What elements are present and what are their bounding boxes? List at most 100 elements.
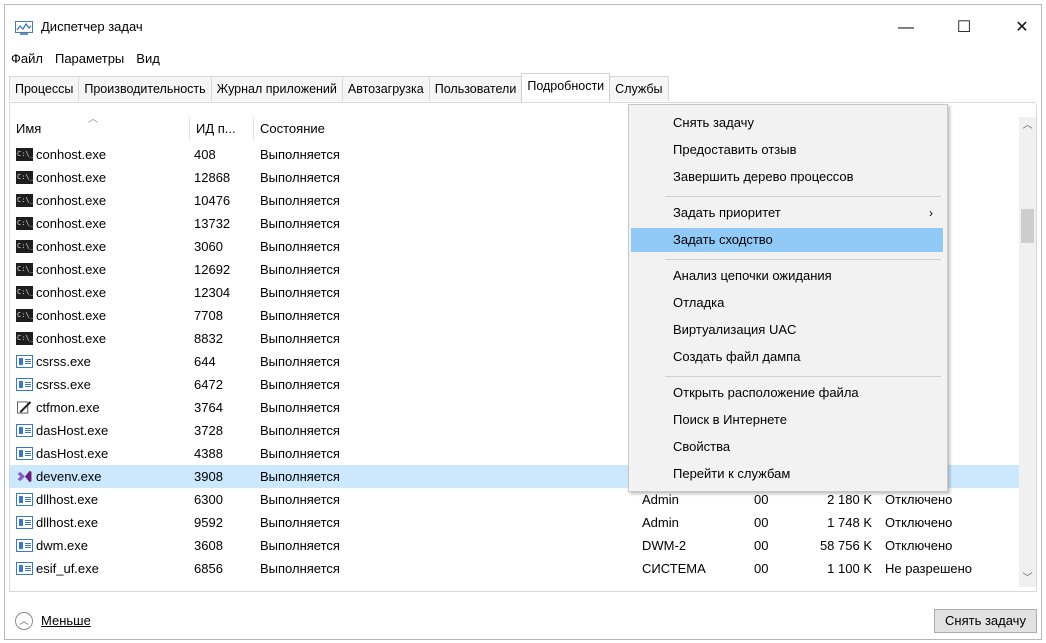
pid-cell: 408 [194,147,216,162]
context-menu-item[interactable]: Задать приоритет › [631,201,943,225]
state-cell: Выполняется [260,538,340,553]
process-name-cell: dasHost.exe [16,419,186,442]
context-menu-item[interactable]: Перейти к службам [631,462,943,486]
tab-performance[interactable]: Производительность [78,76,212,101]
end-task-button[interactable]: Снять задачу [934,609,1037,633]
state-cell: Выполняется [260,423,340,438]
memory-cell: 1 100 K [827,561,872,576]
cpu-cell: 00 [754,538,769,553]
context-menu-item[interactable]: Отладка [631,291,943,315]
console-icon [16,281,34,304]
scroll-down-arrow-icon[interactable]: ﹀ [1019,570,1036,587]
process-name-cell: conhost.exe [16,235,186,258]
context-menu-item[interactable]: Задать сходство [631,228,943,252]
process-name: dasHost.exe [36,423,109,438]
pid-cell: 6472 [194,377,223,392]
menu-options[interactable]: Параметры [49,48,130,70]
process-name: ctfmon.exe [36,400,100,415]
state-cell: Выполняется [260,492,340,507]
pid-cell: 12304 [194,285,231,300]
context-menu-item[interactable]: Завершить дерево процессов [631,165,943,189]
state-cell: Выполняется [260,262,340,277]
process-name: csrss.exe [36,354,91,369]
context-menu-item[interactable]: Снять задачу [631,111,943,135]
scroll-up-arrow-icon[interactable]: ︿ [1019,117,1036,134]
pid-cell: 3060 [194,239,223,254]
tab-details[interactable]: Подробности [521,73,611,102]
process-name-cell: conhost.exe [16,212,186,235]
tab-processes[interactable]: Процессы [9,76,80,101]
menu-separator [665,376,941,377]
state-cell: Выполняется [260,147,340,162]
column-header-pid[interactable]: ИД п... [190,117,254,141]
process-name: dwm.exe [36,538,89,553]
uac-cell: Отключено [885,515,953,530]
pid-cell: 3728 [194,423,223,438]
title-bar: Диспетчер задач — ☐ ✕ [5,5,1041,47]
scrollbar-thumb[interactable] [1021,209,1034,243]
context-menu-item[interactable]: Анализ цепочки ожидания [631,264,943,288]
context-menu-item-label: Анализ цепочки ожидания [673,268,832,283]
submenu-arrow-icon: › [929,206,933,220]
context-menu-item[interactable]: Создать файл дампа [631,345,943,369]
process-name: dllhost.exe [36,492,99,507]
tab-app-history[interactable]: Журнал приложений [210,76,343,101]
pid-cell: 12692 [194,262,231,277]
vertical-scrollbar[interactable]: ︿ ﹀ [1019,117,1036,587]
window-icon [16,447,33,460]
tab-startup[interactable]: Автозагрузка [341,76,430,101]
close-button[interactable]: ✕ [999,11,1041,45]
column-header-state[interactable]: Состояние [254,117,634,141]
context-menu-item[interactable]: Свойства [631,435,943,459]
console-icon [16,166,34,189]
context-menu-item[interactable]: Поиск в Интернете [631,408,943,432]
context-menu-item-label: Задать сходство [673,232,773,247]
minimize-button[interactable]: — [883,11,929,45]
console-icon [16,327,34,350]
pid-cell: 9592 [194,515,223,530]
fewer-details-button[interactable]: ︿ Меньше [15,610,91,632]
menu-view[interactable]: Вид [130,48,166,70]
console-icon [16,143,34,166]
table-row[interactable]: esif_uf.exe 6856 Выполняется СИСТЕМА 00 1 100… [10,557,1020,580]
window-icon [16,516,33,529]
context-menu-item[interactable]: Открыть расположение файла [631,381,943,405]
process-name: dllhost.exe [36,515,99,530]
context-menu-item[interactable]: Предоставить отзыв [631,138,943,162]
context-menu-item-label: Отладка [673,295,725,310]
menu-file[interactable]: Файл [5,48,49,70]
context-menu-item[interactable]: Виртуализация UAC [631,318,943,342]
process-name-cell: devenv.exe [16,465,186,488]
table-row[interactable]: dwm.exe 3608 Выполняется DWM-2 00 58 756 K Отк… [10,534,1020,557]
column-header-name-label: Имя [16,121,42,136]
context-menu-item-label: Свойства [673,439,731,454]
task-manager-app-icon [15,21,33,35]
tab-services[interactable]: Службы [609,76,669,101]
maximize-button[interactable]: ☐ [941,11,987,45]
column-header-name[interactable]: Имя ︿ [10,117,190,141]
context-menu-item-label: Задать приоритет [673,205,781,220]
pid-cell: 13732 [194,216,231,231]
process-name-cell: csrss.exe [16,350,186,373]
state-cell: Выполняется [260,515,340,530]
state-cell: Выполняется [260,170,340,185]
state-cell: Выполняется [260,193,340,208]
context-menu-item-label: Поиск в Интернете [673,412,787,427]
process-name: conhost.exe [36,216,107,231]
process-name-cell: csrss.exe [16,373,186,396]
context-menu-item-label: Снять задачу [673,115,754,130]
pid-cell: 7708 [194,308,223,323]
pid-cell: 3608 [194,538,223,553]
process-name: conhost.exe [36,193,107,208]
process-name-cell: conhost.exe [16,281,186,304]
window-icon [16,562,33,575]
pen-icon [17,401,32,414]
chevron-up-icon: ︿ [15,612,33,630]
state-cell: Выполняется [260,400,340,415]
process-name-cell: conhost.exe [16,327,186,350]
window-icon [16,355,33,368]
tab-users[interactable]: Пользователи [428,76,523,101]
table-row[interactable]: dllhost.exe 9592 Выполняется Admin 00 1 748 K… [10,511,1020,534]
process-name-cell: esif_uf.exe [16,557,186,580]
menu-separator [665,259,941,260]
